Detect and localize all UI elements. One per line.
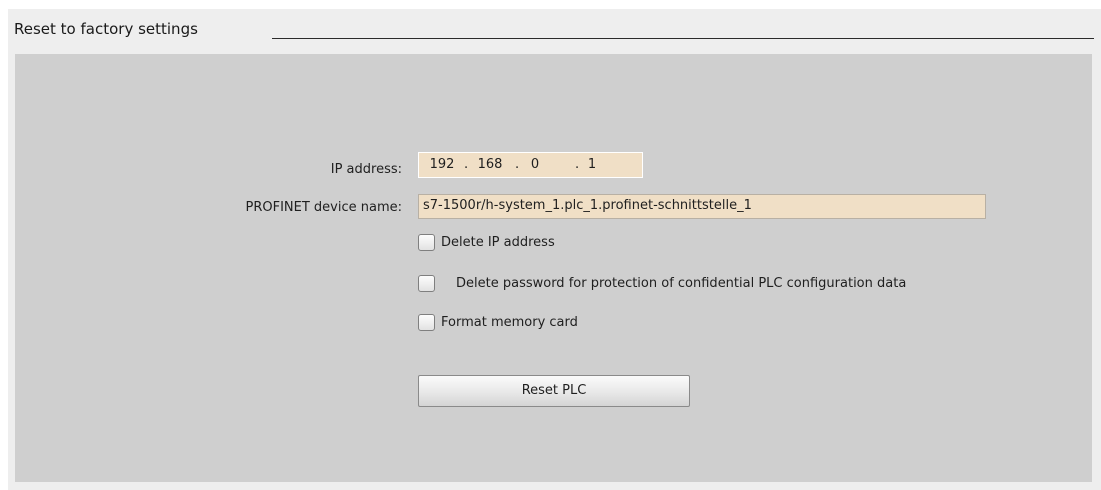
ip-separator: . [575, 157, 580, 172]
delete-ip-option[interactable]: Delete IP address [418, 234, 718, 254]
settings-panel [15, 54, 1092, 482]
ip-separator: . [515, 157, 520, 172]
device-name-field[interactable]: s7-1500r/h-system_1.plc_1.profinet-schni… [418, 194, 986, 219]
ip-octet-2[interactable]: 168 [475, 154, 505, 176]
reset-plc-button[interactable]: Reset PLC [418, 375, 690, 407]
section-title: Reset to factory settings [14, 20, 198, 38]
delete-password-label: Delete password for protection of confid… [456, 276, 907, 291]
delete-password-checkbox[interactable] [418, 275, 435, 292]
ip-address-field[interactable]: 192 . 168 . 0 . 1 [418, 152, 643, 178]
format-card-checkbox[interactable] [418, 314, 435, 331]
ip-octet-4[interactable]: 1 [585, 154, 599, 176]
ip-octet-1[interactable]: 192 [427, 154, 457, 176]
ip-octet-3[interactable]: 0 [525, 154, 545, 176]
delete-ip-checkbox[interactable] [418, 234, 435, 251]
title-divider [272, 38, 1094, 39]
delete-ip-label: Delete IP address [441, 235, 555, 250]
ip-separator: . [464, 157, 469, 172]
format-card-label: Format memory card [441, 315, 578, 330]
device-name-label: PROFINET device name: [245, 200, 402, 215]
format-card-option[interactable]: Format memory card [418, 314, 718, 334]
ip-address-label: IP address: [330, 162, 402, 177]
delete-password-option[interactable]: Delete password for protection of confid… [418, 275, 1078, 295]
